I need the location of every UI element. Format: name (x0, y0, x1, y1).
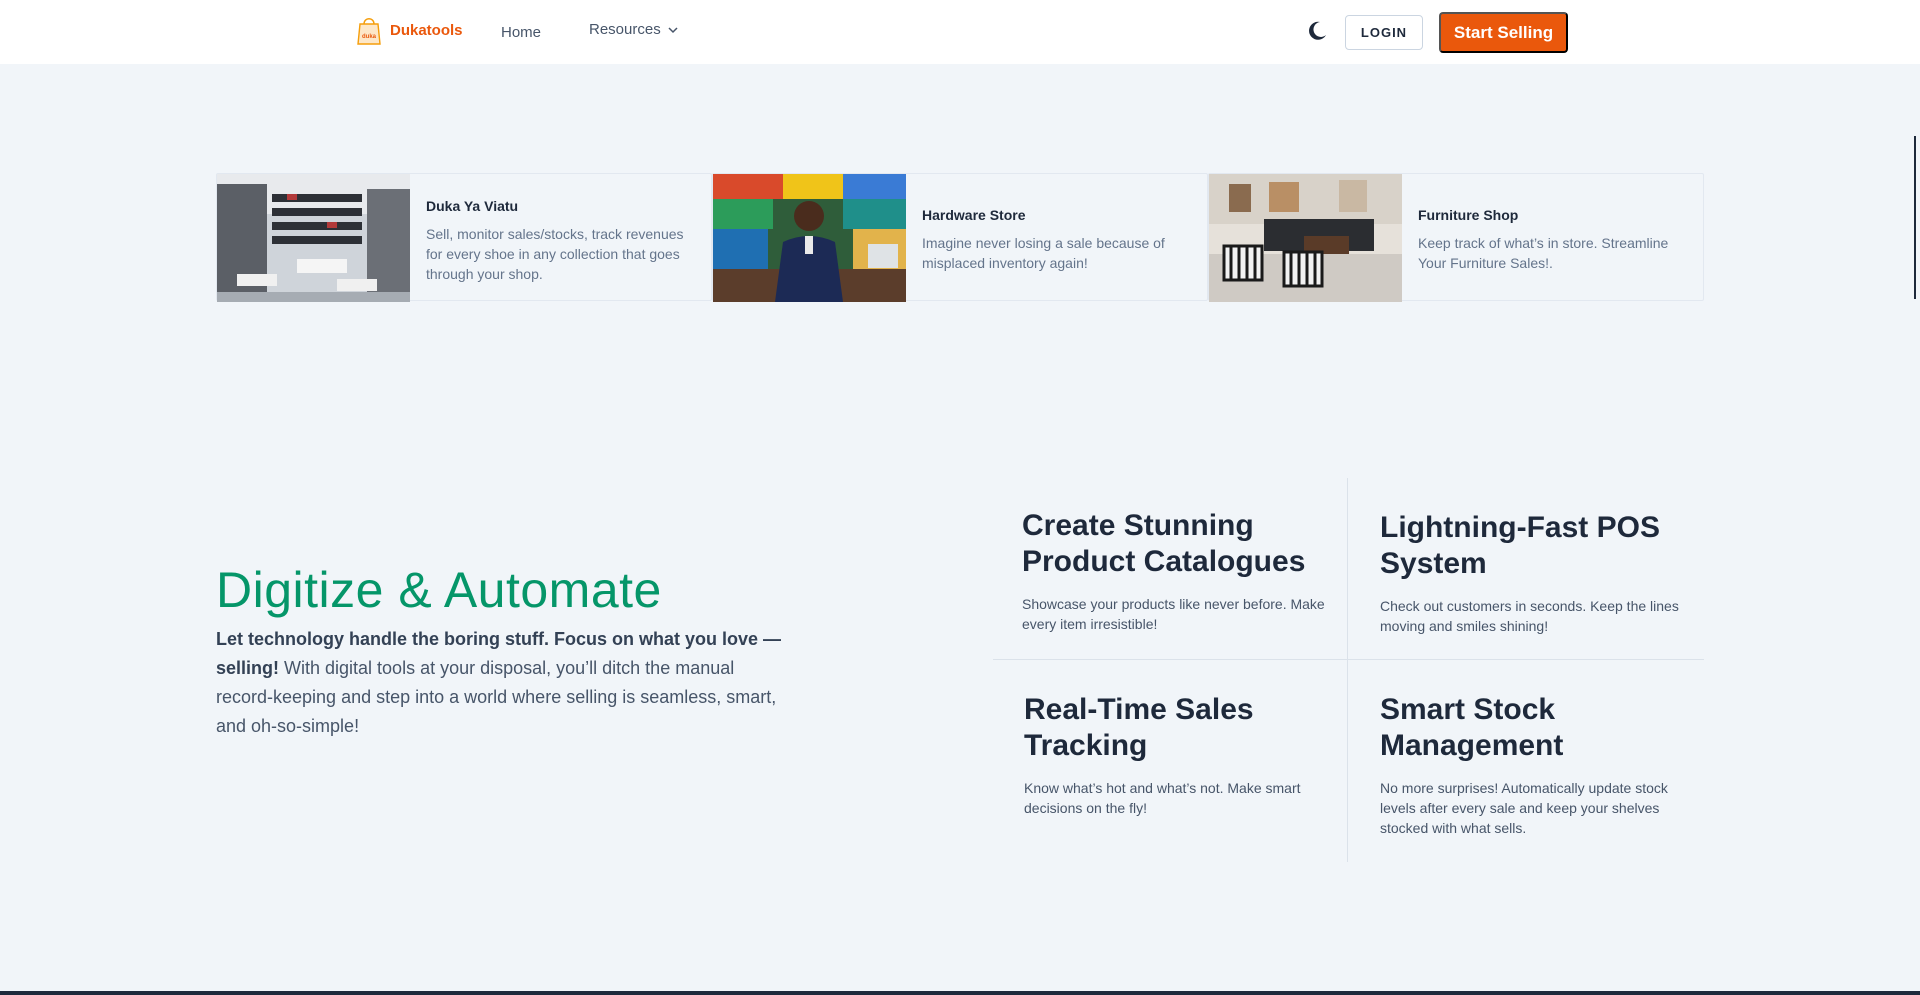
shop-card-title: Duka Ya Viatu (426, 198, 519, 214)
feature-title: Real-Time Sales Tracking (1024, 693, 1254, 762)
login-button[interactable]: LOGIN (1345, 15, 1423, 50)
feature-description: Know what’s hot and what’s not. Make sma… (1024, 780, 1301, 816)
feature-description: Showcase your products like never before… (1022, 596, 1325, 632)
feature-grid-divider-vertical (1347, 478, 1348, 862)
feature-description: No more surprises! Automatically update … (1380, 780, 1668, 836)
feature-sales-tracking: Real-Time Sales Tracking Know what’s hot… (1024, 692, 1344, 818)
shopping-bag-icon: duka (357, 18, 381, 45)
feature-product-catalogues: Create Stunning Product Catalogues Showc… (1022, 508, 1342, 634)
shop-card-furniture-shop[interactable]: Furniture Shop Keep track of what’s in s… (1208, 173, 1704, 302)
chevron-down-icon (668, 26, 678, 33)
hero-lead-rest: With digital tools at your disposal, you… (216, 658, 777, 736)
feature-title: Create Stunning Product Catalogues (1022, 509, 1306, 578)
shop-card-body: Furniture Shop Keep track of what’s in s… (1418, 207, 1691, 273)
shop-card-hardware-store[interactable]: Hardware Store Imagine never losing a sa… (712, 173, 1208, 302)
moon-icon[interactable] (1306, 20, 1328, 42)
hero-description: Let technology handle the boring stuff. … (216, 625, 786, 741)
shop-card-title: Hardware Store (922, 207, 1026, 223)
shop-card-body: Hardware Store Imagine never losing a sa… (922, 207, 1195, 273)
shop-card-description: Sell, monitor sales/stocks, track revenu… (426, 226, 684, 282)
footer-edge (0, 991, 1920, 995)
brand-logo[interactable]: duka Dukatools (356, 14, 463, 46)
feature-grid-divider-horizontal (993, 659, 1704, 660)
brand-name: Dukatools (390, 21, 463, 39)
shop-card-title: Furniture Shop (1418, 207, 1519, 223)
shoe-store-photo (217, 174, 410, 302)
furniture-shop-photo (1209, 174, 1402, 302)
feature-title: Smart Stock Management (1380, 693, 1564, 762)
feature-pos-system: Lightning-Fast POS System Check out cust… (1380, 510, 1700, 636)
feature-stock-management: Smart Stock Management No more surprises… (1380, 692, 1700, 838)
feature-description: Check out customers in seconds. Keep the… (1380, 598, 1679, 634)
top-navbar: duka Dukatools Home Resources LOGIN Star… (0, 0, 1920, 64)
nav-home-link[interactable]: Home (501, 24, 541, 41)
nav-resources-dropdown[interactable]: Resources (589, 21, 679, 38)
scrollbar-thumb[interactable] (1914, 136, 1916, 299)
nav-resources-label: Resources (589, 21, 661, 38)
hardware-store-photo (713, 174, 906, 302)
shop-card-duka-ya-viatu[interactable]: Duka Ya Viatu Sell, monitor sales/stocks… (216, 173, 712, 302)
shop-card-body: Duka Ya Viatu Sell, monitor sales/stocks… (426, 198, 699, 284)
feature-title: Lightning-Fast POS System (1380, 511, 1660, 580)
start-selling-button[interactable]: Start Selling (1439, 12, 1568, 53)
shop-card-description: Imagine never losing a sale because of m… (922, 235, 1165, 271)
hero-title: Digitize & Automate (216, 562, 662, 618)
shop-card-description: Keep track of what’s in store. Streamlin… (1418, 235, 1669, 271)
svg-text:duka: duka (362, 34, 377, 40)
